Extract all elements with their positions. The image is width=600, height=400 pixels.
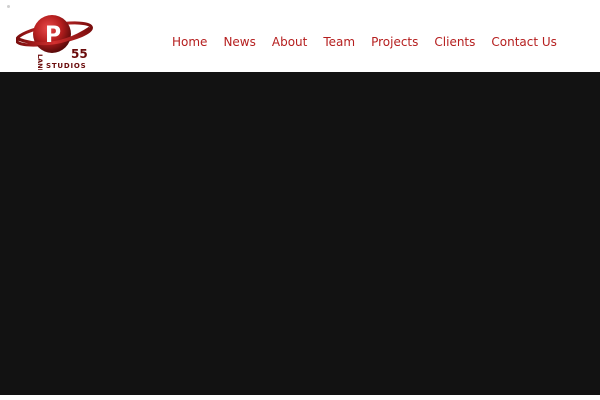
- nav-item-contact-us[interactable]: Contact Us: [483, 30, 565, 54]
- nav-item-team[interactable]: Team: [315, 30, 363, 54]
- nav-item-about[interactable]: About: [264, 30, 315, 54]
- logo-letter: P: [45, 23, 61, 48]
- site-logo[interactable]: P LANET 55 STUDIOS: [15, 12, 96, 78]
- nav-item-home[interactable]: Home: [164, 30, 215, 54]
- nav-item-clients[interactable]: Clients: [426, 30, 483, 54]
- logo-word-studios: STUDIOS: [46, 62, 87, 70]
- decorative-dot: [7, 5, 10, 8]
- logo-word-planet: LANET: [36, 54, 44, 70]
- site-header: P LANET 55 STUDIOS Home News About Team …: [0, 0, 600, 78]
- nav-item-projects[interactable]: Projects: [363, 30, 426, 54]
- page: P LANET 55 STUDIOS Home News About Team …: [0, 0, 600, 400]
- logo-number: 55: [71, 47, 88, 61]
- nav-item-news[interactable]: News: [215, 30, 263, 54]
- hero-banner: [0, 72, 600, 395]
- footer-gap: [0, 395, 600, 400]
- planet-logo-icon: P LANET 55 STUDIOS: [15, 15, 93, 78]
- main-nav: Home News About Team Projects Clients Co…: [164, 30, 565, 54]
